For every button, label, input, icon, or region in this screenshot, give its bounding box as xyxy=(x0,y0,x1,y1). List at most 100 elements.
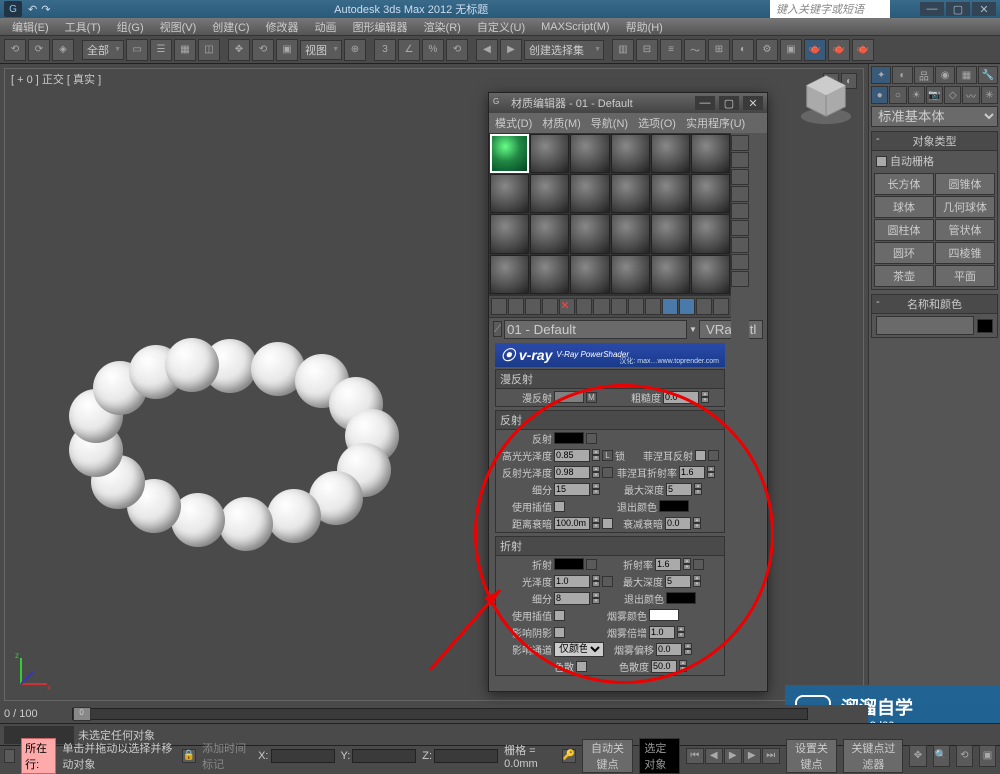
mat-menu-options[interactable]: 选项(O) xyxy=(634,114,680,132)
help-search-input[interactable]: 键入关键字或短语 xyxy=(770,0,890,18)
menu-group[interactable]: 组(G) xyxy=(109,17,152,37)
geometry-icon[interactable]: ● xyxy=(871,86,888,104)
render-setup-icon[interactable]: ⚙ xyxy=(756,39,778,61)
minimize-button[interactable]: — xyxy=(920,2,944,16)
named-selection-dropdown[interactable]: 创建选择集 xyxy=(524,40,604,60)
refr-subdiv-spinner[interactable]: 8 xyxy=(554,592,590,605)
align-icon[interactable]: ⊟ xyxy=(636,39,658,61)
motion-tab-icon[interactable]: ◉ xyxy=(935,66,955,84)
link-icon[interactable]: ⟲ xyxy=(4,39,26,61)
refcoord-dropdown[interactable]: 视图 xyxy=(300,40,342,60)
refract-map-button[interactable] xyxy=(586,559,597,570)
key-icon[interactable]: 🔑 xyxy=(562,749,576,763)
close-button[interactable]: ✕ xyxy=(972,2,996,16)
fogbias-spinner[interactable]: 0.0 xyxy=(656,643,682,656)
refr-maxdepth-spinner[interactable]: 5 xyxy=(665,575,691,588)
prim-cylinder[interactable]: 圆柱体 xyxy=(874,219,934,241)
mat-tool-icon[interactable] xyxy=(713,298,729,315)
spacewarps-icon[interactable]: 〰 xyxy=(962,86,979,104)
goto-end-icon[interactable]: ⏭ xyxy=(762,748,780,764)
material-slot[interactable] xyxy=(570,134,609,173)
mat-tool-icon[interactable] xyxy=(645,298,661,315)
primitive-category-dropdown[interactable]: 标准基本体 xyxy=(871,106,998,127)
mat-minimize-button[interactable]: — xyxy=(695,96,715,110)
material-slot[interactable] xyxy=(570,174,609,213)
move-icon[interactable]: ✥ xyxy=(228,39,250,61)
prim-tube[interactable]: 管状体 xyxy=(935,219,995,241)
menu-edit[interactable]: 编辑(E) xyxy=(4,17,57,37)
refr-gloss-map-button[interactable] xyxy=(602,576,613,587)
material-slot[interactable] xyxy=(691,255,730,294)
render-icon[interactable]: 🫖 xyxy=(804,39,826,61)
material-slot[interactable] xyxy=(490,214,529,253)
next-frame-icon[interactable]: ▶ xyxy=(743,748,761,764)
x-input[interactable] xyxy=(271,749,335,763)
refl-maxdepth-spinner[interactable]: 5 xyxy=(666,483,692,496)
hilight-spinner[interactable]: 0.85 xyxy=(554,449,590,462)
mat-tool-icon[interactable] xyxy=(491,298,507,315)
roughness-spinner[interactable]: 0.0 xyxy=(663,391,699,404)
mat-side-tool-icon[interactable] xyxy=(731,152,749,168)
selection-filter-dropdown[interactable]: 全部 xyxy=(82,40,124,60)
rendered-frame-icon[interactable]: ▣ xyxy=(780,39,802,61)
mat-tool-icon[interactable] xyxy=(508,298,524,315)
diffuse-map-button[interactable]: M xyxy=(586,392,597,403)
fresnel-ior-spinner[interactable]: 1.6 xyxy=(679,466,705,479)
fresnel-map-button[interactable] xyxy=(708,450,719,461)
mat-tool-icon[interactable] xyxy=(611,298,627,315)
scale-icon[interactable]: ▣ xyxy=(276,39,298,61)
time-slider[interactable]: 0 xyxy=(72,708,808,720)
mat-side-tool-icon[interactable] xyxy=(731,237,749,253)
setkey-button[interactable]: 设置关键点 xyxy=(786,739,838,773)
snap-icon[interactable]: 3 xyxy=(374,39,396,61)
mat-close-button[interactable]: ✕ xyxy=(743,96,763,110)
systems-icon[interactable]: ✳ xyxy=(981,86,998,104)
mat-menu-mode[interactable]: 模式(D) xyxy=(491,114,536,132)
shapes-icon[interactable]: ○ xyxy=(889,86,906,104)
unlink-icon[interactable]: ⟳ xyxy=(28,39,50,61)
reflect-map-button[interactable] xyxy=(586,433,597,444)
material-slot[interactable] xyxy=(611,255,650,294)
material-slot[interactable] xyxy=(570,255,609,294)
reflgloss-map-button[interactable] xyxy=(602,467,613,478)
affect-shadows-checkbox[interactable] xyxy=(554,627,565,638)
object-color-swatch[interactable] xyxy=(977,319,993,333)
reflect-color-swatch[interactable] xyxy=(554,432,584,444)
refr-gloss-spinner[interactable]: 1.0 xyxy=(554,575,590,588)
timetag-label[interactable]: 添加时间标记 xyxy=(202,740,252,772)
menu-grapheditors[interactable]: 图形编辑器 xyxy=(345,17,416,37)
affect-channel-dropdown[interactable]: 仅颜色 xyxy=(554,642,604,657)
rollout-name-color[interactable]: 名称和颜色 xyxy=(872,295,997,314)
nav-orbit-icon[interactable]: ⟲ xyxy=(956,745,973,767)
refr-interp-checkbox[interactable] xyxy=(554,610,565,621)
autokey-button[interactable]: 自动关键点 xyxy=(582,739,634,773)
lock-icon[interactable]: 🔒 xyxy=(182,749,196,763)
menu-view[interactable]: 视图(V) xyxy=(152,17,205,37)
hilight-lock-button[interactable]: L xyxy=(602,450,613,461)
material-slot[interactable] xyxy=(570,214,609,253)
fogcolor-swatch[interactable] xyxy=(649,609,679,621)
refract-color-swatch[interactable] xyxy=(554,558,584,570)
select-icon[interactable]: ▭ xyxy=(126,39,148,61)
keyfilter-button[interactable]: 关键点过滤器 xyxy=(843,739,903,773)
ior-map-button[interactable] xyxy=(693,559,704,570)
maxscript-icon[interactable] xyxy=(4,749,15,763)
window-crossing-icon[interactable]: ◫ xyxy=(198,39,220,61)
rotate-icon[interactable]: ⟲ xyxy=(252,39,274,61)
view-cube[interactable] xyxy=(797,70,855,128)
schematic-icon[interactable]: ⊞ xyxy=(708,39,730,61)
render-prod-icon[interactable]: 🫖 xyxy=(828,39,850,61)
material-slot[interactable] xyxy=(691,214,730,253)
create-tab-icon[interactable]: ✦ xyxy=(871,66,891,84)
material-slot[interactable] xyxy=(530,255,569,294)
play-icon[interactable]: ▶ xyxy=(724,748,742,764)
menu-maxscript[interactable]: MAXScript(M) xyxy=(533,19,617,35)
maximize-button[interactable]: ▢ xyxy=(946,2,970,16)
rollout-refraction[interactable]: 折射 xyxy=(496,537,724,556)
rollout-reflection[interactable]: 反射 xyxy=(496,411,724,430)
layers-icon[interactable]: ≡ xyxy=(660,39,682,61)
menu-create[interactable]: 创建(C) xyxy=(204,17,257,37)
nav-pan-icon[interactable]: ✥ xyxy=(909,745,926,767)
prim-cone[interactable]: 圆锥体 xyxy=(935,173,995,195)
refl-subdiv-spinner[interactable]: 15 xyxy=(554,483,590,496)
